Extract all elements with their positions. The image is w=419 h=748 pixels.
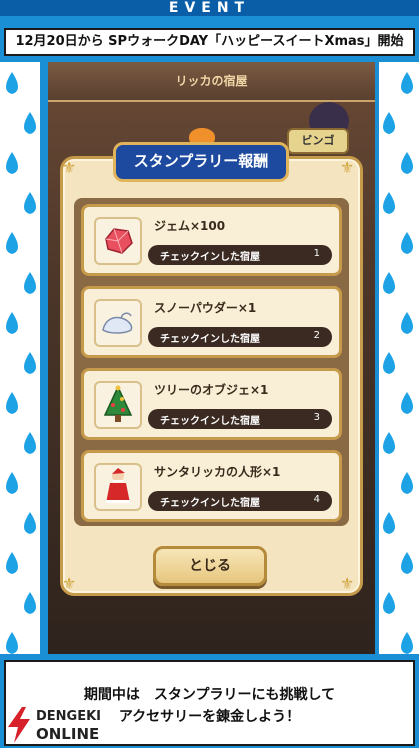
reward-row: スノーパウダー×1 チェックインした宿屋 2 (81, 286, 342, 358)
fleur-ornament-icon: ⚜ (62, 574, 77, 593)
caption-line-1: 期間中は スタンプラリーにも挑戦して (83, 687, 336, 703)
reward-name: サンタリッカの人形×1 (154, 465, 281, 479)
reward-name: ジェム×100 (154, 219, 226, 233)
checkin-count: 1 (313, 248, 320, 259)
bingo-badge[interactable]: ビンゴ (287, 128, 349, 154)
game-screen: リッカの宿屋 ビンゴ スタンプラリー報酬 ⚜ ⚜ ⚜ ⚜ ジェム×100 チェッ… (48, 62, 375, 654)
christmas-tree-icon (94, 381, 142, 429)
checkin-requirement: チェックインした宿屋 4 (148, 491, 332, 511)
snow-powder-icon (94, 299, 142, 347)
checkin-requirement: チェックインした宿屋 2 (148, 327, 332, 347)
droplet-pattern (6, 72, 36, 654)
logo-text-top: DENGEKI (36, 709, 102, 724)
fleur-ornament-icon: ⚜ (340, 574, 355, 593)
fleur-ornament-icon: ⚜ (340, 158, 355, 177)
logo-text-bottom: ONLINE (36, 725, 100, 743)
reward-row: サンタリッカの人形×1 チェックインした宿屋 4 (81, 450, 342, 522)
lightning-bolt-icon (8, 707, 30, 743)
checkin-label: チェックインした宿屋 (160, 334, 260, 345)
checkin-count: 2 (313, 330, 320, 341)
checkin-label: チェックインした宿屋 (160, 416, 260, 427)
checkin-count: 3 (313, 412, 320, 423)
reward-row: ツリーのオブジェ×1 チェックインした宿屋 3 (81, 368, 342, 440)
droplet-pattern (383, 72, 413, 654)
fleur-ornament-icon: ⚜ (62, 158, 77, 177)
reward-name: スノーパウダー×1 (154, 301, 257, 315)
dialog-title: スタンプラリー報酬 (133, 152, 269, 170)
droplet-pattern-right (379, 62, 419, 654)
reward-name: ツリーのオブジェ×1 (154, 383, 269, 397)
checkin-requirement: チェックインした宿屋 3 (148, 409, 332, 429)
event-banner: EVENT (0, 0, 419, 16)
checkin-requirement: チェックインした宿屋 1 (148, 245, 332, 265)
dengeki-online-logo: DENGEKI ONLINE (6, 705, 136, 745)
checkin-label: チェックインした宿屋 (160, 252, 260, 263)
inn-title: リッカの宿屋 (175, 74, 248, 88)
screenshot-frame: EVENT 12月20日から SPウォークDAY「ハッピースイートXmas」開始 (0, 0, 419, 748)
close-button[interactable]: とじる (153, 546, 267, 586)
gem-icon (94, 217, 142, 265)
santa-doll-icon (94, 463, 142, 511)
checkin-label: チェックインした宿屋 (160, 498, 260, 509)
droplet-pattern-left (0, 62, 40, 654)
checkin-count: 4 (313, 494, 320, 505)
announcement-banner: 12月20日から SPウォークDAY「ハッピースイートXmas」開始 (4, 28, 415, 56)
reward-row: ジェム×100 チェックインした宿屋 1 (81, 204, 342, 276)
